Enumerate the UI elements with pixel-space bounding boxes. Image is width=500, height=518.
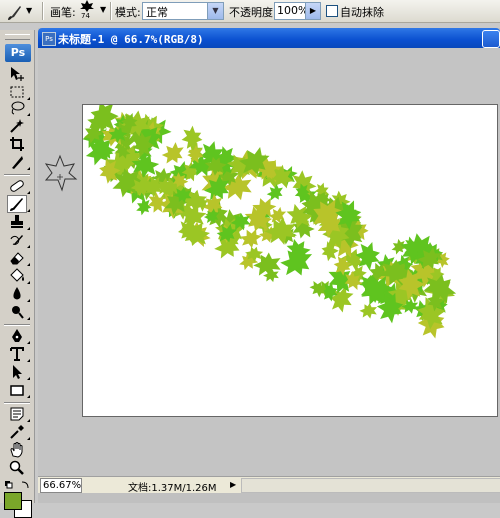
toolbox-grip[interactable] [5, 34, 30, 40]
history-brush-tool[interactable] [8, 232, 30, 248]
painted-leaves [79, 99, 461, 339]
dodge-tool[interactable] [8, 304, 30, 320]
status-menu-arrow-icon[interactable]: ▶ [230, 480, 236, 489]
brush-picker[interactable]: 74 [76, 0, 98, 22]
shape-tool[interactable] [8, 382, 30, 398]
paint-bucket-tool[interactable] [8, 268, 30, 284]
mode-value: 正常 [146, 6, 168, 19]
brush-icon [8, 6, 21, 20]
document-window: Ps 未标题-1 @ 66.7%(RGB/8) 66.67% 文档:1.37M/… [38, 28, 500, 503]
eyedropper-tool[interactable] [8, 424, 30, 440]
ps-document-icon: Ps [42, 32, 56, 46]
leaf-mark [358, 301, 380, 321]
brush-icon [10, 198, 23, 211]
bandage-icon [10, 180, 24, 192]
brush-size: 74 [81, 12, 90, 20]
brush-label: 画笔: [50, 6, 76, 19]
hand-tool[interactable] [8, 442, 26, 458]
marquee-icon [10, 86, 24, 98]
pen-icon [12, 329, 22, 342]
opacity-slider-button[interactable]: ▶ [305, 2, 321, 20]
toolbox: Ps [0, 30, 35, 518]
magic-wand-icon [10, 119, 24, 133]
slice-icon [12, 156, 23, 169]
swap-colors-icon [5, 481, 29, 489]
drop-icon [13, 287, 21, 300]
dodge-icon [12, 306, 24, 319]
lasso-tool[interactable] [8, 100, 30, 116]
divider [42, 2, 44, 20]
healing-brush-tool[interactable] [8, 178, 30, 194]
brush-cursor-icon [44, 154, 78, 192]
notes-icon [10, 407, 24, 421]
blur-tool[interactable] [8, 286, 30, 302]
divider [4, 402, 30, 404]
hand-icon [10, 442, 23, 458]
paint-bucket-icon [10, 268, 24, 282]
status-bar: 66.67% 文档:1.37M/1.26M ▶ [38, 476, 500, 494]
divider [110, 2, 112, 20]
pen-tool[interactable] [8, 328, 30, 344]
marquee-tool[interactable] [8, 84, 30, 100]
mode-label: 模式: [115, 6, 141, 19]
foreground-color-swatch[interactable] [4, 492, 22, 510]
lasso-icon [11, 101, 25, 115]
opacity-input[interactable]: 100% [274, 2, 309, 20]
default-colors-control[interactable] [4, 480, 32, 490]
options-bar: ▼ 画笔: 74 ▼ 模式: 正常 ▼ 不透明度: 100% ▶ 自动抹除 [0, 0, 500, 23]
opacity-label: 不透明度: [229, 6, 277, 19]
path-selection-tool[interactable] [8, 364, 30, 380]
chevron-down-icon[interactable]: ▼ [207, 3, 223, 19]
auto-erase-checkbox[interactable] [326, 5, 338, 17]
divider [4, 324, 30, 326]
leaf-brush-icon [80, 0, 94, 12]
tool-preset-picker[interactable]: ▼ [4, 2, 34, 20]
history-brush-icon [10, 235, 23, 245]
canvas-area[interactable] [38, 48, 500, 476]
rectangle-icon [10, 385, 24, 396]
mode-select[interactable]: 正常 ▼ [142, 2, 224, 20]
type-tool[interactable] [8, 346, 30, 362]
chevron-down-icon[interactable]: ▼ [100, 5, 106, 14]
slice-tool[interactable] [8, 154, 30, 170]
path-select-icon [13, 365, 22, 379]
ps-logo[interactable]: Ps [5, 44, 31, 62]
crop-icon [10, 137, 24, 151]
eyedropper-icon [10, 425, 24, 439]
move-tool[interactable] [8, 66, 26, 82]
move-icon [11, 67, 24, 81]
divider [4, 174, 30, 176]
eraser-tool[interactable] [8, 250, 30, 266]
eraser-icon [10, 252, 24, 265]
notes-tool[interactable] [8, 406, 30, 422]
document-title-bar[interactable]: Ps 未标题-1 @ 66.7%(RGB/8) [38, 28, 500, 48]
zoom-field[interactable]: 66.67% [40, 478, 82, 493]
magnifier-icon [9, 460, 24, 475]
magic-wand-tool[interactable] [8, 118, 26, 134]
chevron-down-icon: ▼ [26, 6, 33, 15]
auto-erase-label: 自动抹除 [340, 6, 384, 19]
opacity-value: 100% [277, 4, 309, 17]
document-title: 未标题-1 @ 66.7%(RGB/8) [58, 33, 204, 46]
crop-tool[interactable] [8, 136, 26, 152]
stamp-icon [11, 215, 23, 228]
type-icon [10, 347, 24, 361]
document-info: 文档:1.37M/1.26M [128, 483, 217, 494]
horizontal-scrollbar[interactable] [241, 478, 500, 493]
zoom-tool[interactable] [8, 460, 26, 476]
clone-stamp-tool[interactable] [8, 214, 30, 230]
canvas[interactable] [79, 99, 498, 417]
brush-tool[interactable] [7, 195, 30, 213]
maximize-button[interactable] [482, 30, 500, 48]
